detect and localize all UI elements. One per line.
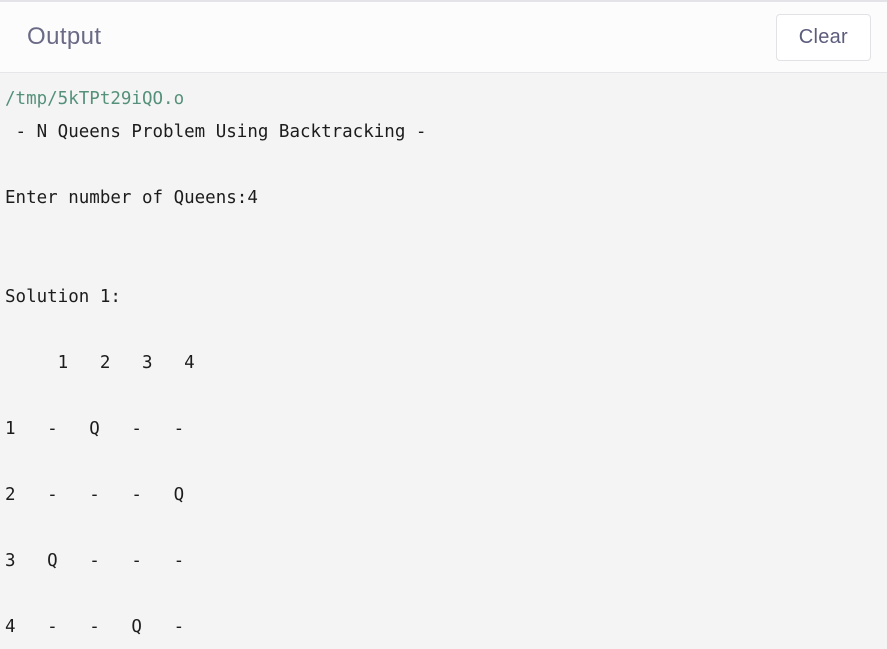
page-title: Output bbox=[27, 23, 102, 50]
console-output-area[interactable]: /tmp/5kTPt29iQO.o - N Queens Problem Usi… bbox=[0, 73, 887, 649]
output-text: /tmp/5kTPt29iQO.o - N Queens Problem Usi… bbox=[0, 73, 887, 644]
output-line-board-row: 4 - - Q - bbox=[5, 617, 185, 637]
output-line-solution-label: Solution 1: bbox=[5, 287, 121, 307]
clear-button[interactable]: Clear bbox=[775, 13, 871, 61]
output-line-blank bbox=[5, 512, 887, 545]
output-line-blank bbox=[5, 380, 887, 413]
output-line-board-row: 1 - Q - - bbox=[5, 419, 185, 439]
output-line-blank bbox=[5, 215, 887, 248]
console-header: Output Clear bbox=[0, 2, 887, 73]
output-line-blank bbox=[5, 248, 887, 281]
output-line-blank bbox=[5, 446, 887, 479]
output-line-blank bbox=[5, 314, 887, 347]
output-line-blank bbox=[5, 149, 887, 182]
output-line: - N Queens Problem Using Backtracking - bbox=[5, 122, 427, 142]
output-line-board-header: 1 2 3 4 bbox=[5, 353, 195, 373]
output-line-board-row: 3 Q - - - bbox=[5, 551, 185, 571]
output-line: Enter number of Queens:4 bbox=[5, 188, 258, 208]
output-line-blank bbox=[5, 578, 887, 611]
output-line-file-path: /tmp/5kTPt29iQO.o bbox=[5, 89, 185, 109]
output-line-board-row: 2 - - - Q bbox=[5, 485, 185, 505]
output-console-panel: Output Clear /tmp/5kTPt29iQO.o - N Queen… bbox=[0, 0, 887, 649]
